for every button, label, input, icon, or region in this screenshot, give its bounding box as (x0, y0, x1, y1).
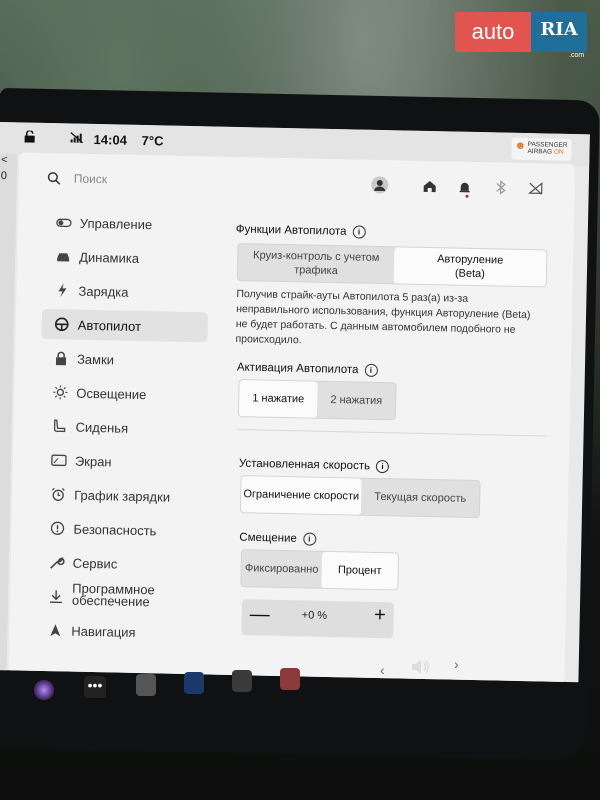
sidebar-item-label: График зарядки (74, 487, 171, 505)
offset-stepper: — +0 % + (241, 599, 395, 639)
sidebar-item-label: Навигация (71, 623, 136, 640)
sidebar-item-label: Безопасность (73, 521, 157, 539)
chevron-right-icon[interactable]: › (454, 656, 464, 672)
lock-icon (55, 351, 67, 366)
option-fixed[interactable]: Фиксированно (241, 550, 322, 588)
offset-value: +0 % (301, 609, 328, 622)
navigation-icon (50, 624, 61, 637)
sidebar-item-label: Сиденья (75, 419, 129, 436)
chevron-left-icon[interactable]: ‹ (380, 662, 390, 678)
autopilot-features-selector: Круиз-контроль с учетом трафика Авторулен… (236, 243, 548, 288)
bluetooth-app-icon[interactable] (184, 672, 204, 694)
search-input[interactable]: Поиск (74, 172, 108, 187)
home-icon[interactable] (421, 177, 439, 195)
watermark-ria: RIA .com (531, 12, 587, 59)
sidebar-item-label: Управление (79, 215, 153, 233)
option-current-speed[interactable]: Текущая скорость (361, 479, 480, 517)
info-icon[interactable]: i (375, 459, 390, 474)
set-speed-title: Установленная скорость i (239, 457, 390, 474)
sidebar-item-service[interactable]: Сервис (36, 547, 203, 580)
info-icon[interactable]: i (352, 225, 366, 239)
sun-icon (53, 385, 68, 400)
seat-icon (53, 419, 66, 433)
wrench-icon (50, 556, 65, 569)
autopilot-features-title: Функции Автопилота i (236, 223, 366, 239)
clock: 14:04 (93, 131, 128, 148)
strike-out-notice: Получив страйк-ауты Автопилота 5 раз(а) … (235, 287, 531, 347)
info-icon[interactable]: i (302, 532, 316, 546)
passenger-airbag-indicator: ☻ PASSENGER AIRBAG ON (511, 137, 572, 161)
steering-wheel-icon (54, 317, 69, 332)
app-icon[interactable] (280, 668, 300, 690)
toggle-icon (56, 218, 72, 228)
option-single-pull[interactable]: 1 нажатие (238, 380, 318, 418)
camera-app-icon[interactable] (34, 680, 54, 700)
bottom-dock: ••• ‹ › (0, 656, 600, 730)
activation-selector: 1 нажатие 2 нажатия (237, 379, 397, 421)
sidebar-item-label: Замки (76, 351, 115, 368)
sidebar-item-controls[interactable]: Управление (44, 207, 211, 240)
sidebar-item-label: Автопилот (77, 317, 142, 334)
app-icon[interactable] (136, 674, 156, 696)
info-circle-icon (50, 521, 65, 535)
volume-icon[interactable] (410, 658, 432, 676)
sidebar-item-label: Экран (74, 453, 112, 470)
sidebar-item-charge-schedule[interactable]: График зарядки (38, 479, 205, 512)
offset-selector: Фиксированно Процент (240, 549, 400, 591)
search-icon[interactable] (47, 171, 61, 185)
settings-panel: Поиск Управление Динамика Зарядка Автопи… (8, 152, 576, 683)
user-icon[interactable] (371, 176, 389, 194)
car-icon (57, 253, 70, 262)
decrease-button[interactable]: — (249, 603, 270, 626)
bell-icon[interactable] (456, 178, 474, 196)
watermark-auto: auto (455, 12, 531, 52)
option-traffic-aware-cruise[interactable]: Круиз-контроль с учетом трафика (238, 244, 395, 283)
sidebar-item-label: Зарядка (78, 283, 129, 300)
alarm-icon (51, 487, 65, 501)
sidebar-item-label: Освещение (76, 385, 147, 403)
screen-icon (51, 454, 67, 467)
sidebar-item-navigation[interactable]: Навигация (35, 615, 202, 648)
section-divider (237, 429, 548, 437)
airbag-icon: ☻ (514, 139, 527, 153)
offset-title: Смещение i (239, 531, 316, 546)
sidebar-item-autopilot[interactable]: Автопилот (41, 308, 209, 343)
sidebar-item-label: Программное обеспечение (71, 580, 155, 610)
bluetooth-icon[interactable] (492, 178, 510, 196)
sidebar-item-display[interactable]: Экран (39, 445, 206, 478)
option-speed-limit[interactable]: Ограничение скорости (240, 476, 362, 515)
sidebar-item-label: Динамика (79, 249, 140, 266)
more-apps-icon[interactable]: ••• (84, 676, 106, 698)
sidebar-item-charging[interactable]: Зарядка (42, 275, 209, 308)
sidebar-item-software[interactable]: Программное обеспечение (36, 581, 203, 614)
bolt-icon (58, 283, 67, 298)
increase-button[interactable]: + (374, 604, 386, 627)
app-icon[interactable] (232, 670, 252, 692)
option-autosteer-beta[interactable]: Авторуление (Beta) (393, 247, 547, 287)
download-icon (49, 590, 62, 604)
notification-dot (465, 194, 469, 198)
set-speed-selector: Ограничение скорости Текущая скорость (239, 475, 481, 519)
unlock-icon[interactable] (24, 130, 36, 143)
autopilot-activation-title: Активация Автопилота i (237, 361, 378, 377)
sidebar-item-locks[interactable]: Замки (41, 343, 208, 376)
option-percent[interactable]: Процент (321, 551, 399, 590)
outside-temperature: 7°C (141, 132, 164, 149)
sidebar-item-safety[interactable]: Безопасность (37, 513, 204, 546)
autoria-watermark: auto RIA .com (455, 12, 587, 59)
no-signal-icon (70, 131, 84, 144)
option-double-pull[interactable]: 2 нажатия (317, 382, 396, 420)
sidebar-item-seats[interactable]: Сиденья (39, 411, 206, 444)
sidebar-item-label: Сервис (72, 555, 118, 572)
info-icon[interactable]: i (364, 363, 378, 377)
sidebar-item-dynamics[interactable]: Динамика (43, 241, 210, 274)
touchscreen: 14:04 7°C ☻ PASSENGER AIRBAG ON < 0 Поис… (0, 122, 590, 683)
sidebar-item-lighting[interactable]: Освещение (40, 377, 207, 410)
no-signal-icon[interactable] (527, 179, 545, 197)
